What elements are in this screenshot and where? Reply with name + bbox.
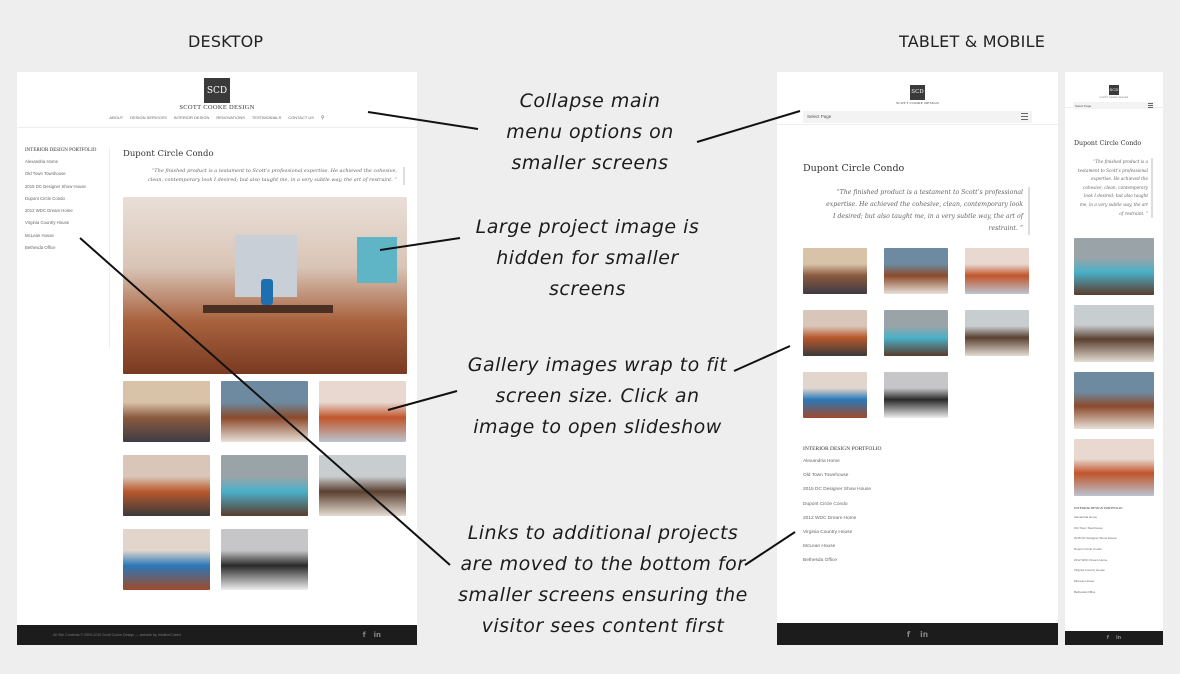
portfolio-link[interactable]: 2012 WDC Dream Home xyxy=(25,208,109,213)
gallery-thumbnail-sunroom-dining[interactable] xyxy=(1074,305,1154,362)
tablet-mobile-label: TABLET & MOBILE xyxy=(899,32,1046,51)
site-header: SCD SCOTT COOKE DESIGN ABOUT DESIGN SERV… xyxy=(17,72,417,128)
gallery-thumbnail-dining-art-wall[interactable] xyxy=(1074,238,1154,295)
site-footer: All Site Contents © 2009-2016 Scott Cook… xyxy=(17,625,417,645)
gallery-thumbnail-open-living-area[interactable] xyxy=(884,248,948,294)
gallery-thumbnail-living-room-fireplace[interactable] xyxy=(803,248,867,294)
site-header: SCD SCOTT COOKE DESIGN Select Page xyxy=(777,72,1058,125)
annotation-links-bottom: Links to additional projects are moved t… xyxy=(458,522,748,637)
annotation-gallery-wrap: Gallery images wrap to fit screen size. … xyxy=(467,354,728,438)
portfolio-link[interactable]: Old Town Townhouse xyxy=(1074,526,1122,530)
logo[interactable]: SCD xyxy=(204,78,230,103)
gallery-thumbnail-dining-room[interactable] xyxy=(803,372,867,418)
portfolio-link[interactable]: 2015 DC Designer Show House xyxy=(25,184,109,189)
gallery-thumbnail-kitchen-view[interactable] xyxy=(1074,439,1154,496)
facebook-icon[interactable]: f xyxy=(1107,635,1109,641)
gallery-thumbnail-dining-art-wall[interactable] xyxy=(884,310,948,356)
gallery-thumbnail-kitchen-cabinets[interactable] xyxy=(803,310,867,356)
nav-testimonials[interactable]: TESTIMONIALS xyxy=(252,115,281,121)
portfolio-heading: INTERIOR DESIGN PORTFOLIO xyxy=(25,148,97,153)
portfolio-heading: INTERIOR DESIGN PORTFOLIO xyxy=(1074,506,1123,510)
portfolio-link[interactable]: Alexandria Home xyxy=(1074,515,1122,519)
logo[interactable]: SCD xyxy=(910,84,925,100)
portfolio-link[interactable]: 2012 WDC Dream Home xyxy=(1074,558,1122,562)
portfolio-link[interactable]: 2015 DC Designer Show House xyxy=(803,487,882,492)
tablet-screenshot: SCD SCOTT COOKE DESIGN Select Page Dupon… xyxy=(777,72,1058,645)
gallery-thumbnail-hallway-gallery[interactable] xyxy=(884,372,948,418)
select-page-menu[interactable]: Select Page xyxy=(803,110,1032,123)
mobile-screenshot: SCD SCOTT COOKE DESIGN Select Page Dupon… xyxy=(1065,72,1163,645)
portfolio-link[interactable]: Dupont Circle Condo xyxy=(25,196,109,201)
testimonial-quote: “The finished product is a testament to … xyxy=(823,187,1030,235)
portfolio-link[interactable]: Dupont Circle Condo xyxy=(803,502,882,507)
portfolio-link[interactable]: McLean House xyxy=(25,233,109,238)
gallery-thumbnail-dining-art-wall[interactable] xyxy=(221,455,308,516)
hamburger-menu-icon[interactable] xyxy=(1148,102,1153,109)
portfolio-link[interactable]: Alexandria Home xyxy=(803,459,882,464)
select-page-label: Select Page xyxy=(1075,103,1092,108)
brand-name: SCOTT COOKE DESIGN xyxy=(895,100,940,105)
linkedin-icon[interactable]: in xyxy=(920,630,928,639)
facebook-icon[interactable]: f xyxy=(907,630,910,639)
annotation-collapse-menu: Collapse main menu options on smaller sc… xyxy=(506,90,674,174)
gallery-thumbnail-sunroom-dining[interactable] xyxy=(319,455,406,516)
portfolio-heading: INTERIOR DESIGN PORTFOLIO xyxy=(803,446,882,452)
portfolio-link[interactable]: McLean House xyxy=(803,544,882,549)
brand-name: SCOTT COOKE DESIGN xyxy=(1099,97,1129,99)
page-title: Dupont Circle Condo xyxy=(123,149,214,159)
gallery-thumbnail-dining-room[interactable] xyxy=(123,529,210,590)
portfolio-link[interactable]: Bethesda Office xyxy=(803,558,882,563)
portfolio-link[interactable]: 2015 DC Designer Show House xyxy=(1074,536,1122,540)
testimonial-quote: “The finished product is a testament to … xyxy=(147,167,405,185)
portfolio-link[interactable]: Alexandria Home xyxy=(25,159,109,164)
site-footer: f in xyxy=(1065,631,1163,645)
hero-image xyxy=(123,197,407,374)
desktop-label: DESKTOP xyxy=(188,32,264,51)
portfolio-link[interactable]: Virginia Country House xyxy=(1074,568,1122,572)
gallery-thumbnail-open-living-area[interactable] xyxy=(1074,372,1154,429)
gallery-thumbnail-kitchen-cabinets[interactable] xyxy=(123,455,210,516)
annotation-hidden-image: Large project image is hidden for smalle… xyxy=(475,216,700,300)
gallery-thumbnail-kitchen-view[interactable] xyxy=(965,248,1029,294)
gallery-thumbnail-hallway-gallery[interactable] xyxy=(221,529,308,590)
gallery-thumbnail-sunroom-dining[interactable] xyxy=(965,310,1029,356)
site-header: SCD SCOTT COOKE DESIGN Select Page xyxy=(1065,72,1163,109)
main-nav: ABOUT DESIGN SERVICES INTERIOR DESIGN RE… xyxy=(17,115,417,121)
logo[interactable]: SCD xyxy=(1109,84,1119,95)
gallery-thumbnail-kitchen-view[interactable] xyxy=(319,381,406,442)
portfolio-link[interactable]: Bethesda Office xyxy=(25,245,109,250)
nav-contact-us[interactable]: CONTACT US xyxy=(288,115,314,121)
portfolio-link[interactable]: 2012 WDC Dream Home xyxy=(803,516,882,521)
portfolio-list: INTERIOR DESIGN PORTFOLIO Alexandria Hom… xyxy=(1074,506,1122,594)
select-page-label: Select Page xyxy=(807,114,832,119)
linkedin-icon[interactable]: in xyxy=(1116,635,1121,641)
sidebar: INTERIOR DESIGN PORTFOLIO Alexandria Hom… xyxy=(25,148,110,348)
portfolio-link[interactable]: Dupont Circle Condo xyxy=(1074,547,1122,551)
nav-renovations[interactable]: RENOVATIONS xyxy=(216,115,245,121)
portfolio-list: INTERIOR DESIGN PORTFOLIO Alexandria Hom… xyxy=(803,446,882,563)
footer-copyright: All Site Contents © 2009-2016 Scott Cook… xyxy=(53,633,181,637)
page-title: Dupont Circle Condo xyxy=(803,163,905,174)
nav-design-services[interactable]: DESIGN SERVICES xyxy=(130,115,167,121)
brand-name: SCOTT COOKE DESIGN xyxy=(179,104,255,111)
testimonial-quote: “The finished product is a testament to … xyxy=(1077,158,1153,219)
linkedin-icon[interactable]: in xyxy=(374,631,381,639)
desktop-screenshot: SCD SCOTT COOKE DESIGN ABOUT DESIGN SERV… xyxy=(17,72,417,645)
page-title: Dupont Circle Condo xyxy=(1074,140,1142,147)
portfolio-link[interactable]: Virginia Country House xyxy=(803,530,882,535)
gallery-thumbnail-open-living-area[interactable] xyxy=(221,381,308,442)
nav-about[interactable]: ABOUT xyxy=(109,115,123,121)
gallery-thumbnail-living-room-fireplace[interactable] xyxy=(123,381,210,442)
portfolio-link[interactable]: Virginia Country House xyxy=(25,220,109,225)
portfolio-link[interactable]: Old Town Townhouse xyxy=(25,171,109,176)
portfolio-link[interactable]: Old Town Townhouse xyxy=(803,473,882,478)
hamburger-menu-icon[interactable] xyxy=(1021,113,1028,120)
select-page-menu[interactable]: Select Page xyxy=(1073,102,1155,109)
search-icon[interactable]: ⚲ xyxy=(321,115,325,121)
nav-interior-design[interactable]: INTERIOR DESIGN xyxy=(174,115,210,121)
portfolio-link[interactable]: Bethesda Office xyxy=(1074,590,1122,594)
portfolio-link[interactable]: McLean House xyxy=(1074,579,1122,583)
site-footer: f in xyxy=(777,623,1058,645)
facebook-icon[interactable]: f xyxy=(363,631,366,639)
